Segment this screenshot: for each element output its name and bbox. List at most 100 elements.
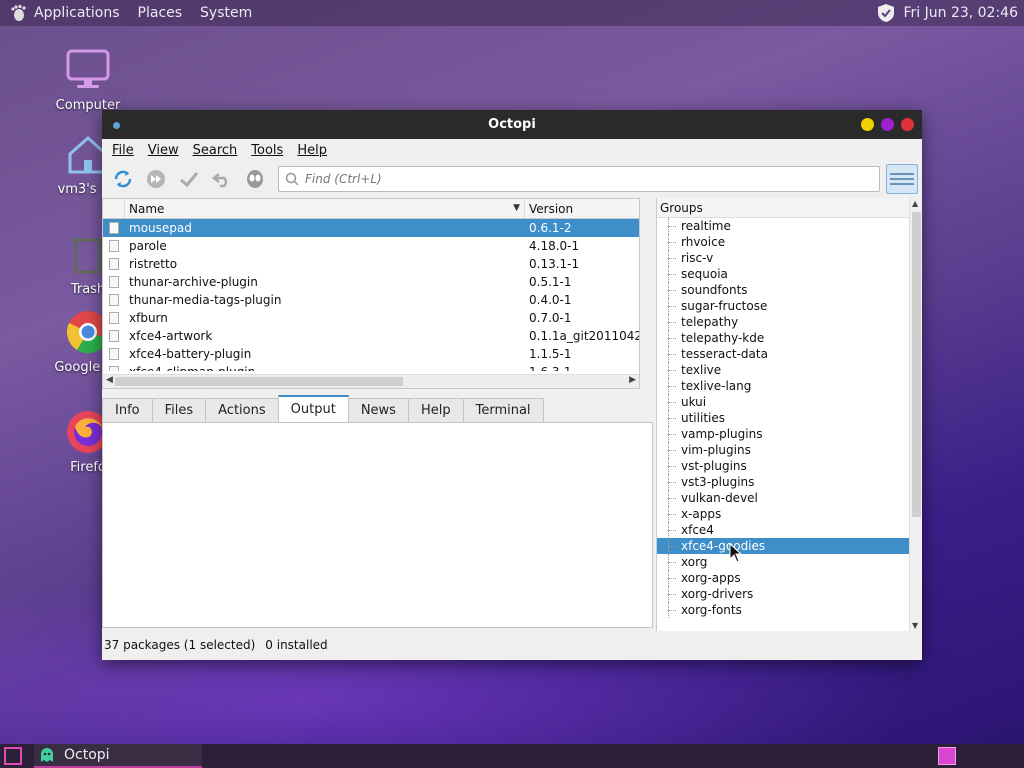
- group-item[interactable]: vamp-plugins: [657, 426, 909, 442]
- tab-output[interactable]: Output: [277, 395, 349, 422]
- clock[interactable]: Fri Jun 23, 02:46: [903, 5, 1018, 21]
- undo-icon: [211, 173, 228, 188]
- alien-icon: [247, 170, 263, 188]
- group-item[interactable]: texlive: [657, 362, 909, 378]
- group-item[interactable]: soundfonts: [657, 282, 909, 298]
- tab-help[interactable]: Help: [407, 398, 464, 422]
- group-item[interactable]: xfce4-goodies: [657, 538, 909, 554]
- desktop-icon-computer[interactable]: Computer: [38, 46, 138, 113]
- tab-news[interactable]: News: [347, 398, 409, 422]
- package-icon: [109, 294, 119, 306]
- group-item[interactable]: risc-v: [657, 250, 909, 266]
- octopi-window: Octopi File View Search Tools Help Find …: [102, 110, 922, 660]
- menu-applications[interactable]: Applications: [34, 5, 120, 21]
- aur-button[interactable]: [242, 166, 268, 192]
- status-installed-count: 0 installed: [265, 638, 328, 652]
- close-button[interactable]: [901, 118, 914, 131]
- octopi-icon: [40, 747, 54, 763]
- package-list: Name ▼ Version mousepad 0.6.1-2 parole 4.18.…: [102, 198, 640, 389]
- group-item[interactable]: texlive-lang: [657, 378, 909, 394]
- menu-system[interactable]: System: [200, 5, 252, 21]
- package-list-header: Name ▼ Version: [103, 199, 639, 219]
- tab-files[interactable]: Files: [151, 398, 207, 422]
- window-titlebar[interactable]: Octopi: [102, 110, 922, 139]
- group-item[interactable]: sugar-fructose: [657, 298, 909, 314]
- sync-button[interactable]: [110, 166, 136, 192]
- table-row[interactable]: thunar-archive-plugin 0.5.1-1: [103, 273, 639, 291]
- system-upgrade-button[interactable]: [143, 166, 169, 192]
- package-name: xfce4-clipman-plugin: [125, 365, 525, 371]
- table-row[interactable]: ristretto 0.13.1-1: [103, 255, 639, 273]
- group-item[interactable]: utilities: [657, 410, 909, 426]
- group-item[interactable]: xfce4: [657, 522, 909, 538]
- menu-places[interactable]: Places: [138, 5, 183, 21]
- scrollbar-thumb[interactable]: [912, 212, 921, 517]
- tab-terminal[interactable]: Terminal: [462, 398, 544, 422]
- group-item[interactable]: telepathy-kde: [657, 330, 909, 346]
- info-tabs: Info Files Actions Output News Help Terminal: [102, 395, 544, 422]
- scroll-down-icon: ▼: [912, 621, 919, 630]
- package-icon: [109, 330, 119, 342]
- package-version: 0.7.0-1: [529, 311, 572, 325]
- table-row[interactable]: parole 4.18.0-1: [103, 237, 639, 255]
- group-item[interactable]: tesseract-data: [657, 346, 909, 362]
- menu-file[interactable]: File: [112, 143, 134, 158]
- menu-view[interactable]: View: [148, 143, 179, 158]
- horizontal-scrollbar[interactable]: ◀ ▶: [103, 374, 639, 388]
- group-item[interactable]: realtime: [657, 218, 909, 234]
- groups-vertical-scrollbar[interactable]: ▲ ▼: [909, 198, 922, 631]
- group-item[interactable]: xorg: [657, 554, 909, 570]
- package-rows: mousepad 0.6.1-2 parole 4.18.0-1 ristretto 0.…: [103, 219, 639, 371]
- group-item[interactable]: ukui: [657, 394, 909, 410]
- package-version: 1.1.5-1: [529, 347, 572, 361]
- search-input[interactable]: Find (Ctrl+L): [278, 166, 880, 192]
- minimize-button[interactable]: [861, 118, 874, 131]
- window-title: Octopi: [488, 117, 536, 132]
- scrollbar-thumb[interactable]: [115, 377, 403, 386]
- group-item[interactable]: vst3-plugins: [657, 474, 909, 490]
- gnome-foot-icon[interactable]: [8, 3, 28, 23]
- column-version-header[interactable]: Version: [525, 199, 639, 218]
- workspace-switcher[interactable]: [938, 747, 956, 765]
- package-icon: [109, 222, 119, 234]
- table-row[interactable]: xfce4-clipman-plugin1.6.3-1: [103, 363, 639, 371]
- group-item[interactable]: vulkan-devel: [657, 490, 909, 506]
- shield-icon[interactable]: [877, 3, 895, 23]
- menu-tools[interactable]: Tools: [251, 143, 283, 158]
- group-item[interactable]: xorg-drivers: [657, 586, 909, 602]
- group-item[interactable]: xorg-apps: [657, 570, 909, 586]
- fast-forward-icon: [147, 170, 165, 188]
- table-row[interactable]: xfburn 0.7.0-1: [103, 309, 639, 327]
- tab-info[interactable]: Info: [102, 398, 153, 422]
- table-row[interactable]: xfce4-battery-plugin 1.1.5-1: [103, 345, 639, 363]
- taskbar-item-octopi[interactable]: Octopi: [34, 744, 202, 768]
- rollback-button[interactable]: [209, 166, 235, 192]
- commit-button[interactable]: [176, 166, 202, 192]
- group-item[interactable]: xorg-fonts: [657, 602, 909, 618]
- table-row[interactable]: mousepad 0.6.1-2: [103, 219, 639, 237]
- check-icon: [180, 172, 199, 188]
- table-row[interactable]: thunar-media-tags-plugin 0.4.0-1: [103, 291, 639, 309]
- group-item[interactable]: telepathy: [657, 314, 909, 330]
- column-name-header[interactable]: Name ▼: [125, 199, 525, 218]
- package-icon: [109, 348, 119, 360]
- table-row[interactable]: xfce4-artwork 0.1.1a_git20110420: [103, 327, 639, 345]
- output-panel[interactable]: [102, 422, 653, 628]
- group-item[interactable]: x-apps: [657, 506, 909, 522]
- menu-search[interactable]: Search: [193, 143, 238, 158]
- group-item[interactable]: rhvoice: [657, 234, 909, 250]
- package-name: parole: [129, 239, 167, 253]
- package-version: 0.13.1-1: [529, 257, 580, 271]
- package-name: xfce4-artwork: [129, 329, 213, 343]
- show-desktop-button[interactable]: [4, 747, 22, 765]
- window-menu-icon[interactable]: [113, 122, 120, 129]
- group-item[interactable]: vim-plugins: [657, 442, 909, 458]
- group-item[interactable]: vst-plugins: [657, 458, 909, 474]
- maximize-button[interactable]: [881, 118, 894, 131]
- group-item[interactable]: sequoia: [657, 266, 909, 282]
- menu-help[interactable]: Help: [297, 143, 327, 158]
- hamburger-menu-button[interactable]: [886, 164, 918, 194]
- status-bar: 37 packages (1 selected) 0 installed: [102, 634, 338, 656]
- tab-actions[interactable]: Actions: [205, 398, 279, 422]
- scroll-right-icon: ▶: [629, 375, 636, 385]
